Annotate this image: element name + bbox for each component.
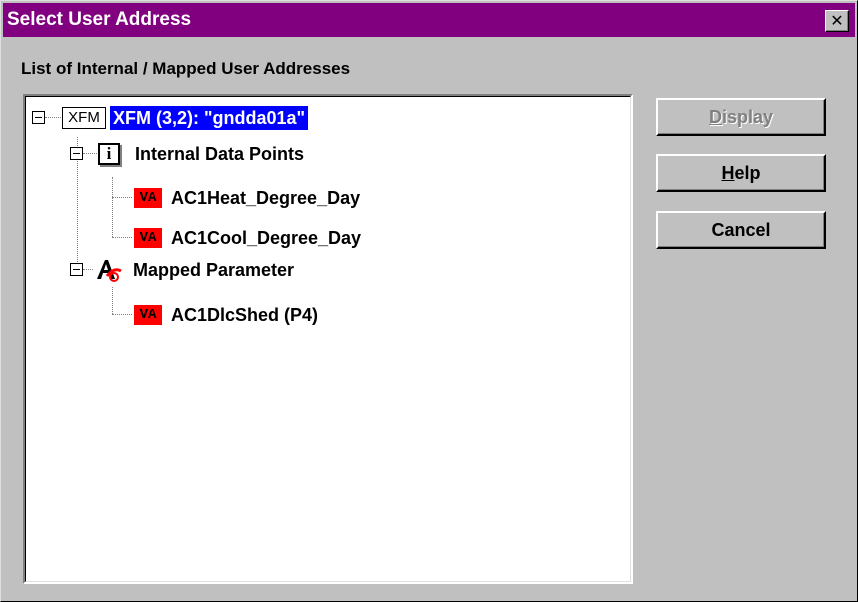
tree-node-ac1heat[interactable]: VA AC1Heat_Degree_Day <box>134 185 363 211</box>
tree-line-internal-child-2 <box>112 237 132 238</box>
tree-node-root[interactable]: XFM XFM (3,2): "gndda01a" <box>62 105 309 131</box>
help-label-rest: elp <box>734 163 761 183</box>
tree-line-mapped <box>112 287 113 314</box>
tree-node-ac1cool-label: AC1Cool_Degree_Day <box>171 228 362 248</box>
display-button[interactable]: Display <box>656 98 826 136</box>
va-icon: VA <box>134 228 162 248</box>
title-bar[interactable]: Select User Address ✕ <box>3 3 855 37</box>
display-label-rest: isplay <box>721 107 774 127</box>
tree-line-mapped-child-1 <box>112 314 132 315</box>
help-button[interactable]: Help <box>656 154 826 192</box>
va-icon: VA <box>134 305 162 325</box>
mapped-parameter-icon <box>94 257 124 283</box>
collapse-root-icon[interactable] <box>32 111 45 124</box>
collapse-mapped-icon[interactable] <box>70 263 83 276</box>
window-title: Select User Address <box>7 9 192 30</box>
xfm-icon: XFM <box>62 107 106 129</box>
tree-node-internal-label: Internal Data Points <box>135 144 305 164</box>
tree-node-ac1heat-label: AC1Heat_Degree_Day <box>171 188 361 208</box>
close-icon: ✕ <box>830 11 844 30</box>
tree-line-internal <box>112 177 113 237</box>
cancel-label: Cancel <box>711 220 771 240</box>
tree-line-internal-expander <box>83 153 97 154</box>
address-tree[interactable]: XFM XFM (3,2): "gndda01a" i Internal Dat… <box>23 94 633 584</box>
tree-node-ac1cool[interactable]: VA AC1Cool_Degree_Day <box>134 225 364 251</box>
select-user-address-dialog: Select User Address ✕ List of Internal /… <box>0 0 858 602</box>
tree-frame: XFM XFM (3,2): "gndda01a" i Internal Dat… <box>25 96 631 582</box>
help-accel: H <box>721 163 735 183</box>
tree-node-internal-data-points[interactable]: i Internal Data Points <box>98 141 307 167</box>
tree-node-ac1dlcshed-label: AC1DlcShed (P4) <box>171 305 319 325</box>
tree-node-root-label: XFM (3,2): "gndda01a" <box>110 106 309 130</box>
close-button[interactable]: ✕ <box>825 10 849 32</box>
cancel-button[interactable]: Cancel <box>656 211 826 249</box>
tree-node-mapped-label: Mapped Parameter <box>133 260 295 280</box>
collapse-internal-icon[interactable] <box>70 147 83 160</box>
mapped-parameter-glyph <box>97 260 122 282</box>
va-icon: VA <box>134 188 162 208</box>
tree-line-mapped-expander <box>83 269 93 270</box>
info-icon: i <box>98 143 120 165</box>
tree-node-ac1dlcshed[interactable]: VA AC1DlcShed (P4) <box>134 302 321 328</box>
tree-node-mapped-parameter[interactable]: Mapped Parameter <box>94 257 297 283</box>
tree-line-internal-child-1 <box>112 197 132 198</box>
tree-line-root-expander <box>45 117 61 118</box>
display-accel: D <box>708 107 722 127</box>
address-list-label: List of Internal / Mapped User Addresses <box>21 59 351 78</box>
